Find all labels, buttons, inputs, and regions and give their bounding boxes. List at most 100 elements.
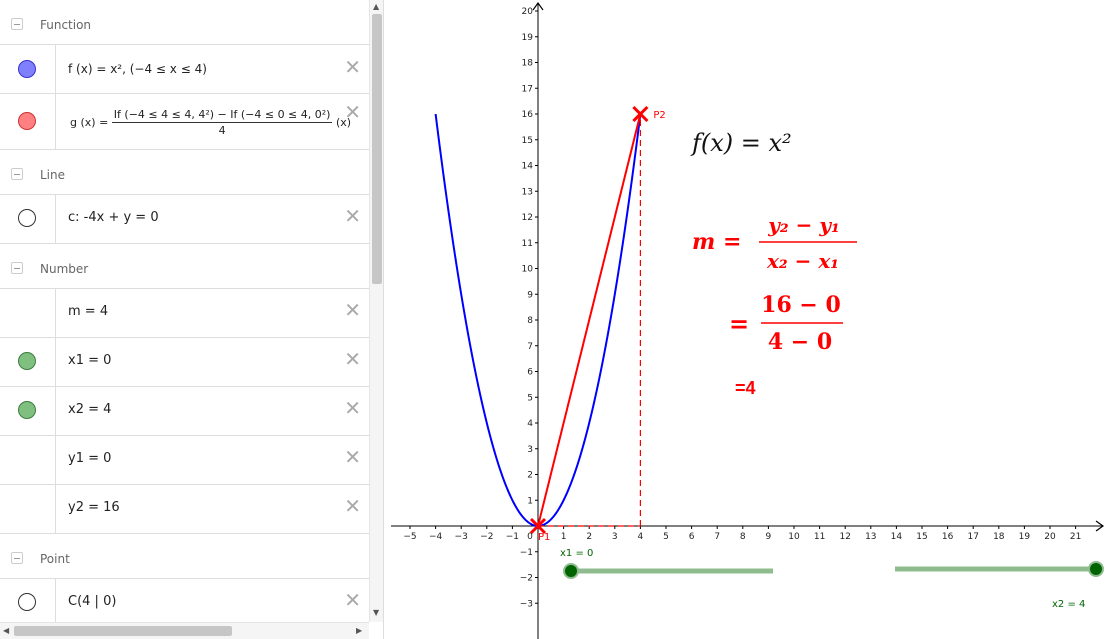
collapse-toggle-icon[interactable]: [11, 168, 23, 180]
category-line[interactable]: Line: [0, 152, 369, 196]
delete-y2-icon[interactable]: ✕: [344, 496, 361, 516]
x-tick-label: −2: [480, 532, 493, 542]
definition-y2[interactable]: y2 = 16: [68, 500, 120, 515]
scrollbar-thumb[interactable]: [14, 626, 232, 636]
delete-c-icon[interactable]: ✕: [344, 206, 361, 226]
x-tick-label: 4: [638, 532, 644, 542]
x-tick-label: 13: [865, 532, 876, 542]
x-tick-label: −1: [506, 532, 519, 542]
category-label: Function: [40, 18, 92, 32]
algebra-row-x1[interactable]: x1 = 0 ✕: [0, 337, 369, 387]
g-denominator: 4: [218, 124, 226, 137]
slider-x1-handle[interactable]: [563, 563, 579, 579]
x-tick-label: 21: [1070, 532, 1081, 542]
g-fraction: If (−4 ≤ 4 ≤ 4, 4²) − If (−4 ≤ 0 ≤ 4, 0²…: [111, 108, 333, 137]
point-label-p1: P1: [538, 532, 550, 543]
visibility-toggle-C[interactable]: [18, 593, 36, 611]
algebra-view: Function f (x) = x², (−4 ≤ x ≤ 4) ✕ g (x…: [0, 0, 369, 622]
scroll-down-icon[interactable]: ▼: [373, 608, 379, 617]
y-tick-label: 4: [527, 419, 533, 429]
x-tick-label: 11: [814, 532, 825, 542]
scrollbar-thumb[interactable]: [372, 14, 382, 284]
y-tick-label: 12: [522, 213, 533, 223]
visibility-toggle-c[interactable]: [18, 209, 36, 227]
y-tick-label: 7: [527, 342, 533, 352]
category-label: Point: [40, 552, 70, 566]
x-tick-label: 15: [916, 532, 927, 542]
category-point[interactable]: Point: [0, 536, 369, 580]
slope-lhs: m =: [692, 229, 741, 255]
y-tick-label: 16: [522, 110, 534, 120]
line-c[interactable]: [537, 113, 642, 527]
algebra-row-g[interactable]: g (x) = If (−4 ≤ 4 ≤ 4, 4²) − If (−4 ≤ 0…: [0, 93, 369, 150]
y-tick-label: 8: [527, 316, 533, 326]
x-tick-label: −3: [455, 532, 468, 542]
visibility-toggle-f[interactable]: [18, 60, 36, 78]
y-tick-label: 2: [527, 471, 533, 481]
definition-C[interactable]: C(4 | 0): [68, 594, 116, 609]
visibility-toggle-x2[interactable]: [18, 401, 36, 419]
delete-C-icon[interactable]: ✕: [344, 590, 361, 610]
scroll-right-icon[interactable]: ▶: [356, 626, 362, 635]
y-tick-label: 1: [527, 496, 533, 506]
delete-f-icon[interactable]: ✕: [344, 57, 361, 77]
algebra-row-m[interactable]: m = 4 ✕: [0, 288, 369, 338]
definition-g[interactable]: g (x) = If (−4 ≤ 4 ≤ 4, 4²) − If (−4 ≤ 0…: [70, 108, 351, 137]
definition-x1[interactable]: x1 = 0: [68, 353, 111, 368]
slope-denominator: x₂ − x₁: [766, 249, 839, 273]
x-tick-label: 17: [967, 532, 978, 542]
algebra-vertical-scrollbar[interactable]: ▲ ▼: [369, 0, 383, 622]
visibility-toggle-g[interactable]: [18, 112, 36, 130]
algebra-row-f[interactable]: f (x) = x², (−4 ≤ x ≤ 4) ✕: [0, 44, 369, 94]
y-tick-label: 10: [522, 265, 534, 275]
y-tick-label: 15: [522, 136, 533, 146]
y-tick-label: 3: [527, 445, 533, 455]
collapse-toggle-icon[interactable]: [11, 552, 23, 564]
definition-m[interactable]: m = 4: [68, 304, 108, 319]
view-divider[interactable]: [383, 0, 391, 639]
collapse-toggle-icon[interactable]: [11, 262, 23, 274]
definition-x2[interactable]: x2 = 4: [68, 402, 111, 417]
y-tick-label: 13: [522, 187, 533, 197]
g-numerator: If (−4 ≤ 4 ≤ 4, 4²) − If (−4 ≤ 0 ≤ 4, 0²…: [111, 108, 333, 123]
delete-x1-icon[interactable]: ✕: [344, 349, 361, 369]
category-number[interactable]: Number: [0, 246, 369, 290]
x-tick-label: 20: [1044, 532, 1056, 542]
delete-y1-icon[interactable]: ✕: [344, 447, 361, 467]
algebra-row-c[interactable]: c: -4x + y = 0 ✕: [0, 194, 369, 244]
algebra-row-y2[interactable]: y2 = 16 ✕: [0, 484, 369, 534]
delete-m-icon[interactable]: ✕: [344, 300, 361, 320]
x-tick-label: 5: [663, 532, 669, 542]
definition-y1[interactable]: y1 = 0: [68, 451, 111, 466]
x-tick-label: 16: [942, 532, 954, 542]
point-label-p2: P2: [653, 110, 665, 121]
slider-x2-handle[interactable]: [1088, 561, 1104, 577]
formula-text[interactable]: f(x) = x²: [690, 129, 792, 157]
x-tick-label: 12: [839, 532, 850, 542]
x-ticks: −5 −4 −3 −2 −1 0 1 2 3 4 5 6 7 8 9 10 11 12 13 14 15 16 17 18 19…: [403, 526, 1081, 542]
category-function[interactable]: Function: [0, 2, 369, 46]
collapse-toggle-icon[interactable]: [11, 18, 23, 30]
scroll-left-icon[interactable]: ◀: [3, 626, 9, 635]
definition-c[interactable]: c: -4x + y = 0: [68, 210, 159, 225]
definition-f[interactable]: f (x) = x², (−4 ≤ x ≤ 4): [68, 62, 207, 76]
y-tick-label: 9: [527, 290, 533, 300]
x-tick-label: 14: [891, 532, 903, 542]
algebra-row-C[interactable]: C(4 | 0) ✕: [0, 578, 369, 622]
algebra-row-x2[interactable]: x2 = 4 ✕: [0, 386, 369, 436]
slope-calculation[interactable]: m = y₂ − y₁ x₂ − x₁ = 16 − 0 4 − 0 =4: [692, 213, 857, 398]
y-tick-label: 18: [522, 59, 534, 69]
y-tick-label: −2: [520, 574, 533, 584]
delete-g-icon[interactable]: ✕: [344, 102, 361, 122]
scroll-up-icon[interactable]: ▲: [373, 2, 379, 11]
visibility-toggle-x1[interactable]: [18, 352, 36, 370]
slider-x1[interactable]: x1 = 0: [560, 548, 773, 579]
algebra-horizontal-scrollbar[interactable]: ◀ ▶: [0, 622, 369, 639]
result-text: =4: [735, 378, 756, 398]
algebra-row-y1[interactable]: y1 = 0 ✕: [0, 435, 369, 485]
delete-x2-icon[interactable]: ✕: [344, 398, 361, 418]
slider-x2[interactable]: x2 = 4: [895, 561, 1104, 610]
x-tick-label: −5: [403, 532, 416, 542]
graphics-view[interactable]: −5 −4 −3 −2 −1 0 1 2 3 4 5 6 7 8 9 10 11 12 13 14 15 16 17 18 19…: [391, 0, 1106, 639]
category-label: Number: [40, 262, 89, 276]
